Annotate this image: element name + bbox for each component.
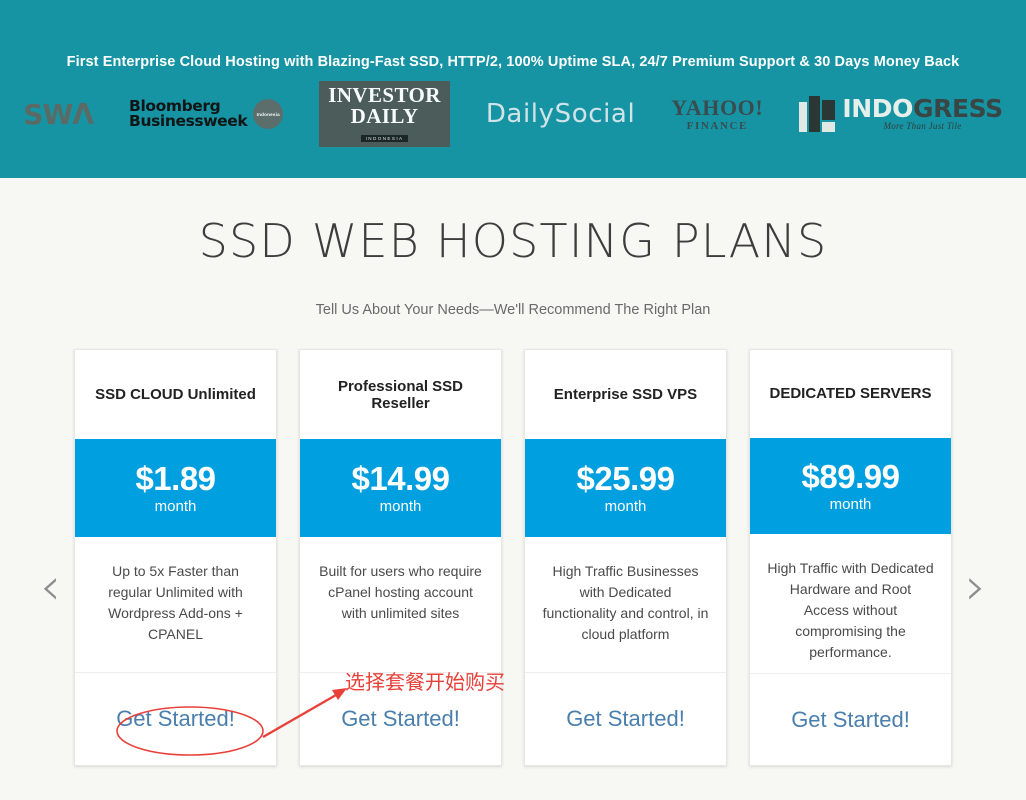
yahoo-finance-logo: YAHOO! FINANCE [671,92,763,136]
get-started-link[interactable]: Get Started! [116,706,235,732]
get-started-link[interactable]: Get Started! [566,706,685,732]
plan-price-band: $14.99 month [300,439,501,537]
indogress-logo-text: INDOGRESS More Than Just Tile [842,94,1003,131]
plan-price: $1.89 [135,460,216,497]
plan-description: Built for users who require cPanel hosti… [300,537,501,673]
promo-tagline: First Enterprise Cloud Hosting with Blaz… [66,54,960,70]
yahoo-finance-logo-sub: FINANCE [686,119,748,132]
investor-daily-logo-sub: INDONESIA [360,135,409,142]
pricing-card[interactable]: DEDICATED SERVERS $89.99 month High Traf… [749,349,952,766]
dailysocial-logo-text: DailySocial [485,99,636,129]
swa-logo-text: SWΛ [23,97,94,131]
plan-title: SSD CLOUD Unlimited [95,386,256,403]
plan-price-band: $89.99 month [750,437,951,535]
plan-cta-area: Get Started! [750,674,951,765]
plan-period: month [154,498,197,515]
plan-period: month [829,496,872,514]
swa-logo: SWΛ [23,92,94,136]
plan-price: $14.99 [351,460,450,497]
indogress-logo: INDOGRESS More Than Just Tile [799,92,1003,136]
plan-period: month [379,498,422,515]
plan-title: Enterprise SSD VPS [553,386,698,403]
investor-daily-logo-box: INVESTOR DAILY INDONESIA [319,81,450,147]
bloomberg-line2: Businessweek [129,112,248,130]
plan-price-band: $1.89 month [75,439,276,537]
plan-cta-area: Get Started! [75,673,276,765]
pricing-card[interactable]: Enterprise SSD VPS $25.99 month High Tra… [524,349,727,766]
bloomberg-indonesia-badge: Indonesia [253,99,284,129]
pricing-carousel: ‹ › SSD CLOUD Unlimited $1.89 month Up t… [0,349,1026,769]
investor-daily-logo-main: INVESTOR DAILY [328,83,441,128]
pricing-card-list: SSD CLOUD Unlimited $1.89 month Up to 5x… [0,349,1026,766]
plan-description: High Traffic with Dedicated Hardware and… [750,534,951,675]
promo-header-band: First Enterprise Cloud Hosting with Blaz… [0,0,1026,178]
bloomberg-businessweek-logo: Bloomberg Businessweek Indonesia [129,92,284,136]
get-started-link[interactable]: Get Started! [341,706,460,732]
plan-cta-area: Get Started! [300,673,501,765]
indogress-word-gress: GRESS [912,94,1003,123]
yahoo-finance-logo-box: YAHOO! FINANCE [671,94,764,132]
investor-daily-logo: INVESTOR DAILY INDONESIA [319,81,450,147]
plan-title: Professional SSD Reseller [337,377,464,412]
carousel-prev-icon[interactable]: ‹ [40,561,61,613]
carousel-next-icon[interactable]: › [965,561,986,613]
plan-price: $25.99 [576,460,675,497]
plan-period: month [604,498,647,515]
page-title: SSD WEB HOSTING PLANS [198,214,828,268]
plan-description: High Traffic Businesses with Dedicated f… [525,537,726,673]
plan-description: Up to 5x Faster than regular Unlimited w… [75,537,276,673]
plan-price-band: $25.99 month [525,439,726,537]
indogress-logo-mark-icon [799,96,836,132]
press-logo-row: SWΛ Bloomberg Businessweek Indonesia INV… [0,81,1026,147]
bloomberg-businessweek-logo-text: Bloomberg Businessweek [129,98,248,130]
pricing-card[interactable]: Professional SSD Reseller $14.99 month B… [299,349,502,766]
indogress-logo-main: INDOGRESS [842,94,1003,123]
get-started-link[interactable]: Get Started! [791,707,910,733]
dailysocial-logo: DailySocial [486,92,635,136]
page-subtitle: Tell Us About Your Needs—We'll Recommend… [315,302,711,318]
plan-price: $89.99 [801,458,900,496]
yahoo-finance-logo-main: YAHOO! [671,94,764,120]
indogress-word-indo: INDO [842,94,913,123]
plan-cta-area: Get Started! [525,673,726,765]
pricing-card[interactable]: SSD CLOUD Unlimited $1.89 month Up to 5x… [74,349,277,766]
plan-title: DEDICATED SERVERS [769,385,932,403]
